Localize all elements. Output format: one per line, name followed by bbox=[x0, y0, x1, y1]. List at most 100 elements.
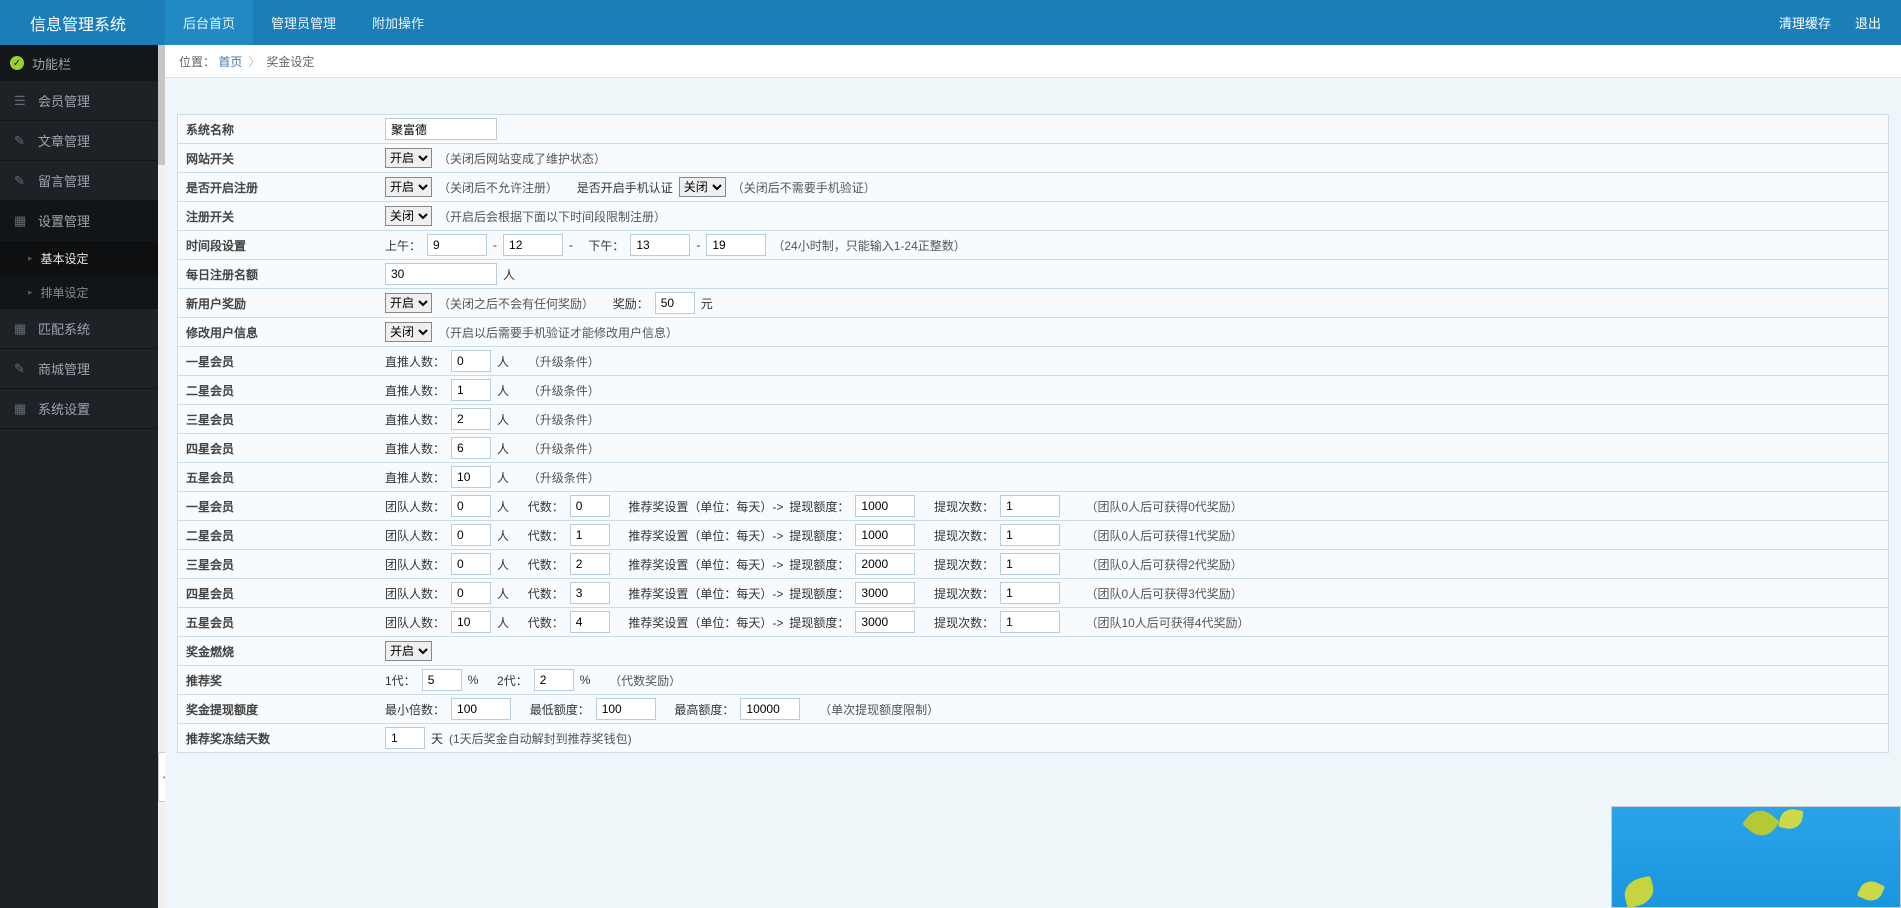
freeze-days-input[interactable] bbox=[385, 727, 425, 749]
sidebar-sub-order[interactable]: ▸排单设定 bbox=[0, 275, 165, 309]
row-system-name: 系统名称 bbox=[178, 115, 1888, 144]
row-star4-team: 四星会员团队人数：人 代数： 推荐奖设置（单位：每天）->提现额度： 提现次数：… bbox=[178, 579, 1888, 608]
bonus-amount-input[interactable] bbox=[655, 292, 695, 314]
row-freeze-days: 推荐奖冻结天数 天 (1天后奖金自动解封到推荐奖钱包) bbox=[178, 724, 1888, 753]
newuser-bonus-select[interactable]: 开启 bbox=[385, 293, 432, 313]
sidebar-item-mall[interactable]: ✎商城管理 bbox=[0, 349, 165, 389]
row-star1-direct: 一星会员 直推人数：人 （升级条件） bbox=[178, 347, 1888, 376]
star3-times-input[interactable] bbox=[1000, 553, 1060, 575]
star4-gen-input[interactable] bbox=[570, 582, 610, 604]
reg-switch-select[interactable]: 关闭 bbox=[385, 206, 432, 226]
min-multiple-input[interactable] bbox=[451, 698, 511, 720]
star5-quota-input[interactable] bbox=[855, 611, 915, 633]
row-star1-team: 一星会员团队人数：人 代数： 推荐奖设置（单位：每天）->提现额度： 提现次数：… bbox=[178, 492, 1888, 521]
star4-quota-input[interactable] bbox=[855, 582, 915, 604]
nav-extra[interactable]: 附加操作 bbox=[354, 0, 442, 45]
am-start-input[interactable] bbox=[427, 234, 487, 256]
star3-direct-input[interactable] bbox=[451, 408, 491, 430]
row-site-switch: 网站开关 开启 （关闭后网站变成了维护状态） bbox=[178, 144, 1888, 173]
top-right: 清理缓存 退出 bbox=[1767, 0, 1901, 45]
sidebar-item-settings[interactable]: ▦设置管理 bbox=[0, 201, 165, 241]
row-star3-direct: 三星会员 直推人数：人 （升级条件） bbox=[178, 405, 1888, 434]
leaf-icon bbox=[1621, 876, 1657, 908]
star4-times-input[interactable] bbox=[1000, 582, 1060, 604]
calendar-icon: ▦ bbox=[14, 321, 28, 337]
row-referral: 推荐奖 1代：% 2代：% （代数奖励） bbox=[178, 666, 1888, 695]
row-time-range: 时间段设置 上午： - - 下午： - （24小时制，只能输入1-24正整数） bbox=[178, 231, 1888, 260]
logout-button[interactable]: 退出 bbox=[1843, 0, 1893, 45]
nav-home[interactable]: 后台首页 bbox=[165, 0, 253, 45]
star1-direct-input[interactable] bbox=[451, 350, 491, 372]
star5-times-input[interactable] bbox=[1000, 611, 1060, 633]
sidebar-scrollbar-thumb[interactable] bbox=[158, 45, 165, 165]
edit-icon: ✎ bbox=[14, 361, 28, 377]
row-reg-enable: 是否开启注册 开启 （关闭后不允许注册） 是否开启手机认证 关闭 （关闭后不需要… bbox=[178, 173, 1888, 202]
sidebar-item-member[interactable]: ☰会员管理 bbox=[0, 81, 165, 121]
caret-icon: ▸ bbox=[28, 253, 33, 264]
breadcrumb: 位置： 首页 〉 奖金设定 bbox=[165, 45, 1901, 78]
burn-select[interactable]: 开启 bbox=[385, 641, 432, 661]
star3-team-input[interactable] bbox=[451, 553, 491, 575]
sidebar-item-match[interactable]: ▦匹配系统 bbox=[0, 309, 165, 349]
pm-end-input[interactable] bbox=[706, 234, 766, 256]
row-star2-direct: 二星会员 直推人数：人 （升级条件） bbox=[178, 376, 1888, 405]
main-content: 位置： 首页 〉 奖金设定 系统名称 网站开关 开启 （关闭后网站变成了维护状态… bbox=[165, 45, 1901, 908]
star1-team-input[interactable] bbox=[451, 495, 491, 517]
gen2-input[interactable] bbox=[534, 669, 574, 691]
star5-direct-input[interactable] bbox=[451, 466, 491, 488]
system-name-input[interactable] bbox=[385, 118, 497, 140]
am-end-input[interactable] bbox=[503, 234, 563, 256]
list-icon: ☰ bbox=[14, 93, 28, 109]
calendar-icon: ▦ bbox=[14, 401, 28, 417]
star2-direct-input[interactable] bbox=[451, 379, 491, 401]
settings-form: 系统名称 网站开关 开启 （关闭后网站变成了维护状态） 是否开启注册 开启 （关… bbox=[177, 114, 1889, 753]
star1-gen-input[interactable] bbox=[570, 495, 610, 517]
site-switch-select[interactable]: 开启 bbox=[385, 148, 432, 168]
floating-ad-widget[interactable] bbox=[1611, 806, 1901, 908]
crumb-sep: 〉 bbox=[248, 53, 260, 70]
edit-user-select[interactable]: 关闭 bbox=[385, 322, 432, 342]
gen1-input[interactable] bbox=[422, 669, 462, 691]
row-star4-direct: 四星会员 直推人数：人 （升级条件） bbox=[178, 434, 1888, 463]
star5-gen-input[interactable] bbox=[570, 611, 610, 633]
leaf-icon bbox=[1857, 877, 1885, 904]
sidebar-item-system[interactable]: ▦系统设置 bbox=[0, 389, 165, 429]
sidebar-item-message[interactable]: ✎留言管理 bbox=[0, 161, 165, 201]
star3-quota-input[interactable] bbox=[855, 553, 915, 575]
row-withdraw-limit: 奖金提现额度 最小倍数： 最低额度： 最高额度： （单次提现额度限制） bbox=[178, 695, 1888, 724]
brand-title: 信息管理系统 bbox=[0, 11, 165, 35]
sidebar-title: 功能栏 bbox=[32, 54, 71, 73]
crumb-home-link[interactable]: 首页 bbox=[218, 53, 242, 70]
star4-direct-input[interactable] bbox=[451, 437, 491, 459]
star2-quota-input[interactable] bbox=[855, 524, 915, 546]
star3-gen-input[interactable] bbox=[570, 553, 610, 575]
row-star2-team: 二星会员团队人数：人 代数： 推荐奖设置（单位：每天）->提现额度： 提现次数：… bbox=[178, 521, 1888, 550]
row-star5-team: 五星会员团队人数：人 代数： 推荐奖设置（单位：每天）->提现额度： 提现次数：… bbox=[178, 608, 1888, 637]
star2-times-input[interactable] bbox=[1000, 524, 1060, 546]
sidebar-item-article[interactable]: ✎文章管理 bbox=[0, 121, 165, 161]
star1-times-input[interactable] bbox=[1000, 495, 1060, 517]
leaf-icon bbox=[1742, 804, 1780, 842]
pm-start-input[interactable] bbox=[630, 234, 690, 256]
star2-team-input[interactable] bbox=[451, 524, 491, 546]
phone-auth-select[interactable]: 关闭 bbox=[679, 177, 726, 197]
crumb-current: 奖金设定 bbox=[266, 53, 314, 70]
row-daily-quota: 每日注册名额 人 bbox=[178, 260, 1888, 289]
row-reg-switch: 注册开关 关闭 （开启后会根据下面以下时间段限制注册） bbox=[178, 202, 1888, 231]
reg-enable-select[interactable]: 开启 bbox=[385, 177, 432, 197]
nav-admin[interactable]: 管理员管理 bbox=[253, 0, 354, 45]
calendar-icon: ▦ bbox=[14, 213, 28, 229]
min-amount-input[interactable] bbox=[596, 698, 656, 720]
star1-quota-input[interactable] bbox=[855, 495, 915, 517]
sidebar-sub-basic[interactable]: ▸基本设定 bbox=[0, 241, 165, 275]
crumb-label: 位置： bbox=[179, 53, 215, 70]
star4-team-input[interactable] bbox=[451, 582, 491, 604]
daily-quota-input[interactable] bbox=[385, 263, 497, 285]
star2-gen-input[interactable] bbox=[570, 524, 610, 546]
sidebar-header: ✓ 功能栏 bbox=[0, 45, 165, 81]
clear-cache-button[interactable]: 清理缓存 bbox=[1767, 0, 1843, 45]
star5-team-input[interactable] bbox=[451, 611, 491, 633]
max-amount-input[interactable] bbox=[740, 698, 800, 720]
row-edit-user: 修改用户信息 关闭 （开启以后需要手机验证才能修改用户信息） bbox=[178, 318, 1888, 347]
row-star5-direct: 五星会员 直推人数：人 （升级条件） bbox=[178, 463, 1888, 492]
